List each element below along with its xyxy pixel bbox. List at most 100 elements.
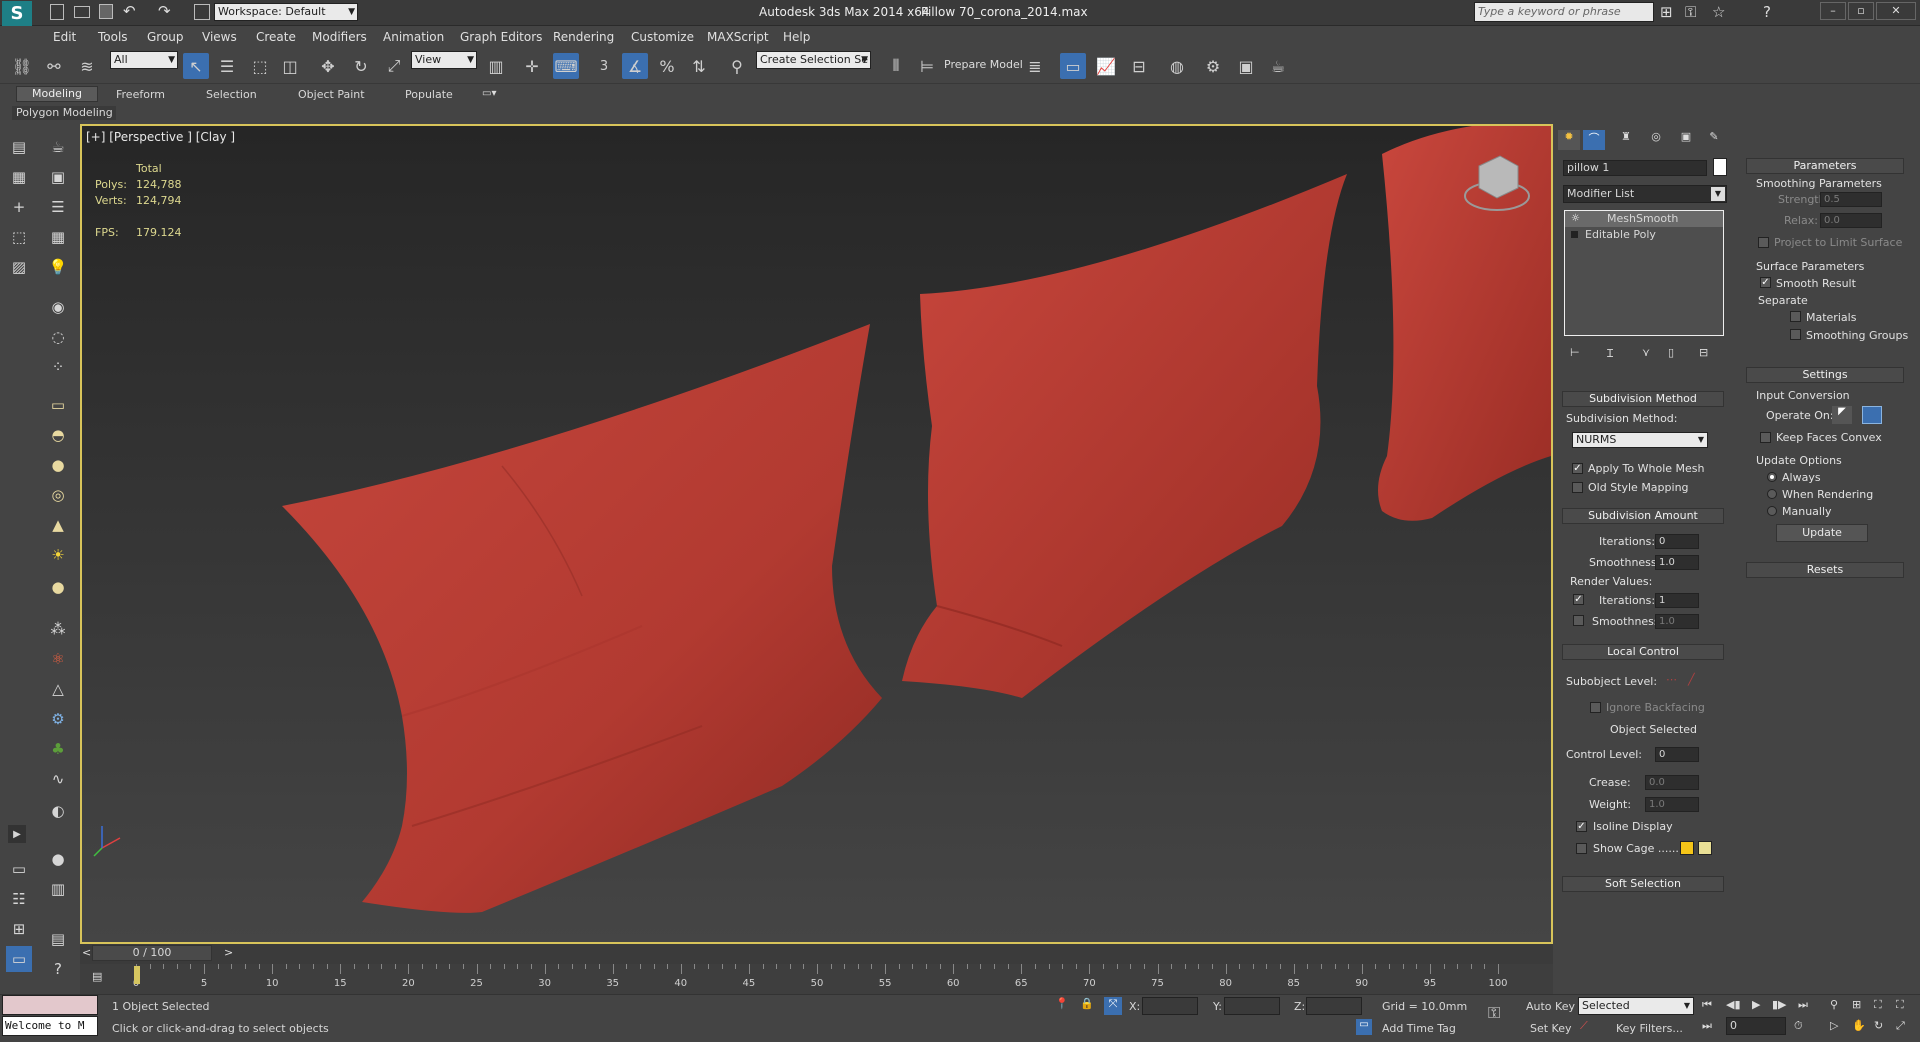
render-teapot-icon[interactable]: ☕: [1265, 53, 1291, 79]
torus-icon[interactable]: ◎: [45, 482, 71, 508]
y-coordinate-field[interactable]: [1224, 997, 1280, 1015]
zoom-all-icon[interactable]: ⊞: [1852, 998, 1861, 1011]
spinner-snap-icon[interactable]: ⇅: [686, 53, 712, 79]
layout-active-icon[interactable]: ▭: [6, 946, 32, 972]
tab-modeling[interactable]: Modeling: [16, 86, 98, 102]
light-bulb-icon[interactable]: ☼: [1571, 211, 1580, 227]
time-slider-next[interactable]: >: [224, 946, 233, 959]
go-to-start-icon[interactable]: ⏮: [1702, 998, 1712, 1012]
bind-spacewarp-icon[interactable]: ≋: [74, 53, 100, 79]
select-object-icon[interactable]: ↖: [183, 53, 209, 79]
window-crossing-icon[interactable]: ◫: [277, 53, 303, 79]
smoothing-groups-checkbox[interactable]: [1790, 329, 1801, 340]
current-frame-marker[interactable]: [134, 966, 140, 984]
weight-spinner[interactable]: 1.0: [1645, 797, 1699, 812]
project-folder-icon[interactable]: [194, 4, 210, 20]
configure-modifier-sets-icon[interactable]: ⊟: [1699, 346, 1708, 359]
cone-icon[interactable]: ▲: [45, 512, 71, 538]
material-editor-icon[interactable]: ◍: [1164, 53, 1190, 79]
help-circle-icon[interactable]: ?: [45, 956, 71, 982]
smoothness-spinner[interactable]: 1.0: [1655, 555, 1699, 570]
relax-spinner[interactable]: 0.0: [1820, 213, 1882, 228]
quick-access-new-icon[interactable]: [50, 4, 64, 20]
viewport-label[interactable]: [+] [Perspective ] [Clay ]: [86, 130, 235, 144]
molecule-icon[interactable]: ⚛: [45, 646, 71, 672]
layer-manager-icon[interactable]: ≣: [1022, 53, 1048, 79]
old-style-mapping-checkbox[interactable]: [1572, 482, 1583, 493]
key-icon[interactable]: ⚿: [1685, 3, 1696, 21]
x-coordinate-field[interactable]: [1142, 997, 1198, 1015]
plane-icon[interactable]: ▭: [45, 392, 71, 418]
expand-arrow-icon[interactable]: ▶: [8, 825, 26, 843]
utilities-tab-icon[interactable]: ✎: [1703, 130, 1725, 150]
pan-icon[interactable]: ✋: [1852, 1019, 1866, 1032]
track-bar[interactable]: ▤ 05101520253035404550556065707580859095…: [80, 964, 1553, 994]
vertex-subobject-icon[interactable]: ⋯: [1666, 673, 1677, 686]
particles-icon[interactable]: ⁘: [45, 354, 71, 380]
update-button[interactable]: Update: [1776, 524, 1868, 542]
teapot-icon[interactable]: ☕: [45, 134, 71, 160]
rectangular-selection-icon[interactable]: ⬚: [247, 53, 273, 79]
maxscript-listener-pink[interactable]: [2, 995, 98, 1015]
zoom-extents-icon[interactable]: ⛶: [1874, 998, 1882, 1012]
crease-spinner[interactable]: 0.0: [1645, 775, 1699, 790]
key-mode-icon[interactable]: ⚿: [1488, 1003, 1500, 1023]
snap-toggle-icon[interactable]: 3: [591, 53, 617, 79]
isolate-selection-icon[interactable]: 📍: [1055, 997, 1069, 1010]
key-filters-button[interactable]: Key Filters...: [1616, 1022, 1683, 1035]
dome-icon[interactable]: ◓: [45, 422, 71, 448]
mini-curve-editor-icon[interactable]: ▤: [92, 970, 102, 983]
unlink-icon[interactable]: ⚯: [41, 53, 67, 79]
menu-create[interactable]: Create: [256, 30, 296, 44]
light-bulb-icon[interactable]: 💡: [45, 254, 71, 280]
remove-modifier-icon[interactable]: ▯: [1668, 346, 1674, 359]
time-slider-thumb[interactable]: 0 / 100: [92, 945, 212, 961]
create-icon[interactable]: +: [6, 194, 32, 220]
perspective-viewport[interactable]: [80, 124, 1553, 944]
move-icon[interactable]: ✥: [315, 53, 341, 79]
layout-split-icon[interactable]: ☷: [6, 886, 32, 912]
scale-icon[interactable]: ⤢: [381, 53, 407, 79]
z-coordinate-field[interactable]: [1306, 997, 1362, 1015]
quick-access-save-icon[interactable]: [99, 4, 113, 19]
named-selection-set-dropdown[interactable]: Create Selection Se ▼: [756, 51, 871, 69]
render-smoothness-spinner[interactable]: 1.0: [1655, 614, 1699, 629]
make-unique-icon[interactable]: ⋎: [1642, 346, 1650, 359]
absolute-mode-icon[interactable]: ⤧: [1104, 997, 1122, 1015]
time-slider-prev[interactable]: <: [82, 946, 91, 959]
project-limit-checkbox[interactable]: [1758, 237, 1769, 248]
clipboard-icon[interactable]: ▤: [45, 926, 71, 952]
workspace-dropdown[interactable]: Workspace: Default ▼: [214, 3, 358, 21]
parameters-rollout[interactable]: Parameters: [1746, 158, 1904, 174]
always-radio[interactable]: [1767, 472, 1777, 482]
stack-item-editable-poly[interactable]: Editable Poly: [1565, 227, 1723, 243]
shell-icon[interactable]: ◐: [45, 798, 71, 824]
set-key-button[interactable]: Set Key: [1530, 1022, 1572, 1035]
selection-filter-dropdown[interactable]: All ▼: [110, 51, 178, 69]
subdivision-amount-rollout[interactable]: Subdivision Amount: [1562, 508, 1724, 524]
add-time-tag[interactable]: Add Time Tag: [1382, 1022, 1456, 1035]
soft-selection-rollout[interactable]: Soft Selection: [1562, 876, 1724, 892]
zoom-extents-all-icon[interactable]: ⛶: [1896, 998, 1904, 1012]
grid-icon[interactable]: ▦: [45, 224, 71, 250]
ribbon-toggle-icon[interactable]: ▭: [1060, 53, 1086, 79]
sun-icon[interactable]: ☀: [45, 542, 71, 568]
show-cage-checkbox[interactable]: [1576, 843, 1587, 854]
current-frame-field[interactable]: 0: [1726, 1017, 1786, 1035]
curve-editor-icon[interactable]: 📈: [1093, 53, 1119, 79]
redo-icon[interactable]: ↷: [158, 2, 171, 20]
rendered-frame-window-icon[interactable]: ▣: [1233, 53, 1259, 79]
percent-snap-icon[interactable]: %: [654, 53, 680, 79]
render-iterations-checkbox[interactable]: ✓: [1573, 594, 1584, 605]
render-icon[interactable]: ▣: [45, 164, 71, 190]
ribbon-options-button[interactable]: ▭▾: [482, 88, 496, 99]
subdivision-method-dropdown[interactable]: NURMS ▼: [1572, 432, 1708, 448]
menu-maxscript[interactable]: MAXScript: [707, 30, 769, 44]
maximize-button[interactable]: ▫: [1848, 2, 1874, 20]
menu-edit[interactable]: Edit: [53, 30, 76, 44]
when-rendering-radio[interactable]: [1767, 489, 1777, 499]
stack-item-meshsmooth[interactable]: ☼ MeshSmooth: [1565, 211, 1723, 227]
maxscript-mini-listener[interactable]: Welcome to M: [2, 1016, 98, 1036]
menu-group[interactable]: Group: [147, 30, 184, 44]
undo-icon[interactable]: ↶: [123, 2, 136, 20]
